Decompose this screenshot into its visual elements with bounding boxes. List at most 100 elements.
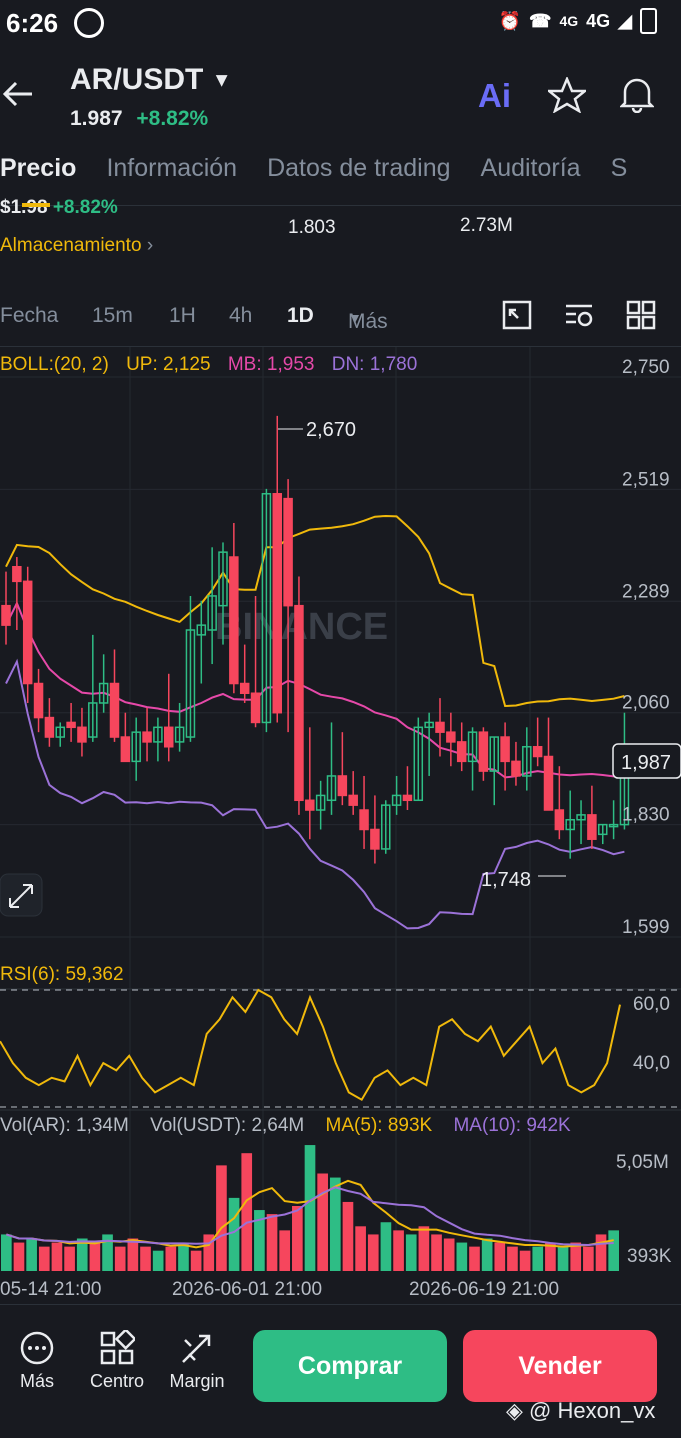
price-chart[interactable]: BINANCE 2,7502,5192,2892,0601,8301,599 2… bbox=[0, 347, 681, 1310]
candle-body bbox=[587, 814, 597, 840]
date-label-1: 05-14 21:00 bbox=[0, 1279, 102, 1300]
volume-bar bbox=[51, 1242, 63, 1271]
more-icon bbox=[20, 1331, 54, 1365]
volume-bar bbox=[64, 1246, 75, 1271]
tab-informacion[interactable]: Información bbox=[106, 154, 237, 210]
pair-name: AR/USDT bbox=[70, 63, 204, 96]
chart-settings-icon[interactable] bbox=[564, 300, 596, 330]
price-axis-label: 1,830 bbox=[622, 805, 670, 826]
stat-volume: 2.73M bbox=[460, 215, 513, 236]
candle-body bbox=[77, 726, 87, 743]
vol-ma5: MA(5): 893K bbox=[325, 1115, 433, 1136]
price-partial: $1.98 +8.82% bbox=[0, 197, 118, 213]
volume-bar bbox=[608, 1230, 619, 1271]
volume-bar bbox=[494, 1242, 506, 1271]
pair-title[interactable]: AR/USDT ▼ bbox=[70, 63, 231, 97]
volume-bar bbox=[481, 1238, 493, 1271]
volume-bar bbox=[26, 1238, 37, 1271]
volume-bar bbox=[443, 1238, 455, 1271]
margin-button[interactable]: Margin bbox=[162, 1330, 232, 1392]
volume-bar bbox=[380, 1222, 392, 1271]
tab-datos-trading[interactable]: Datos de trading bbox=[267, 154, 450, 210]
category-tag: Almacenamiento bbox=[0, 235, 142, 256]
bottom-action-bar: Más Centro Margin Comprar Vender ◈ @ Hex… bbox=[0, 1310, 681, 1438]
signal-label-2: 4G bbox=[586, 10, 611, 31]
volume-bar bbox=[140, 1246, 151, 1271]
credit-watermark: ◈ @ Hexon_vx bbox=[506, 1398, 655, 1424]
price-axis-label: 2,519 bbox=[622, 469, 670, 490]
rsi-axis-60: 60,0 bbox=[633, 994, 670, 1015]
volume-bar bbox=[342, 1201, 354, 1271]
margin-icon bbox=[182, 1334, 211, 1363]
candle-body bbox=[164, 726, 174, 748]
tf-1h[interactable]: 1H bbox=[169, 304, 196, 328]
signal-label-1: 4G bbox=[559, 13, 579, 29]
volume-bar bbox=[228, 1197, 240, 1271]
bell-icon[interactable] bbox=[620, 75, 654, 113]
tab-more[interactable]: S bbox=[611, 154, 628, 210]
more-button[interactable]: Más bbox=[2, 1330, 72, 1392]
volume-legend: Vol(AR): 1,34M Vol(USDT): 2,64M MA(5): 8… bbox=[0, 1115, 571, 1137]
candle-body bbox=[44, 716, 55, 738]
sell-button[interactable]: Vender bbox=[463, 1330, 657, 1402]
volume-bar bbox=[583, 1246, 594, 1271]
vol-ma10: MA(10): 942K bbox=[453, 1115, 571, 1136]
candle-body bbox=[500, 736, 510, 763]
tf-1d[interactable]: 1D bbox=[287, 304, 314, 328]
star-icon[interactable] bbox=[548, 77, 586, 113]
candle-body bbox=[283, 497, 293, 607]
tag-indicator bbox=[22, 203, 50, 207]
candle-body bbox=[22, 580, 33, 685]
volume-bar bbox=[405, 1234, 417, 1271]
candle-body bbox=[348, 794, 358, 806]
candle-body bbox=[1, 604, 11, 626]
price-axis: 2,750 2,519 2,289 2,060 1,830 1,599 bbox=[622, 357, 670, 938]
ai-icon[interactable]: Ai bbox=[478, 77, 511, 115]
candle-body bbox=[446, 731, 456, 743]
price-axis-label: 2,060 bbox=[622, 693, 670, 714]
price-axis-label: 2,289 bbox=[622, 581, 670, 602]
status-time: 6:26 bbox=[6, 8, 59, 38]
vol-usdt: Vol(USDT): 2,64M bbox=[150, 1115, 305, 1136]
candle-body bbox=[142, 731, 152, 743]
price-axis-label: 1,599 bbox=[622, 917, 670, 938]
tf-fecha[interactable]: Fecha bbox=[0, 304, 58, 328]
signal-icon: ◢ bbox=[618, 10, 632, 31]
volume-bar bbox=[241, 1153, 253, 1271]
candle-body bbox=[229, 556, 239, 685]
candle-body bbox=[305, 799, 315, 811]
buy-button[interactable]: Comprar bbox=[253, 1330, 447, 1402]
chevron-right-icon: › bbox=[146, 235, 154, 256]
margin-label: Margin bbox=[169, 1371, 225, 1391]
boll-legend: BOLL:(20, 2) UP: 2,125 MB: 1,953 DN: 1,7… bbox=[0, 354, 417, 376]
date-label-3: 2026-06-19 21:00 bbox=[409, 1279, 560, 1300]
volume-bar bbox=[469, 1246, 480, 1271]
date-label-2: 2026-06-01 21:00 bbox=[172, 1279, 323, 1300]
price-line: 1.987 +8.82% bbox=[70, 107, 208, 131]
candle-body bbox=[511, 760, 521, 777]
candle-body bbox=[109, 682, 120, 738]
whatsapp-icon bbox=[74, 8, 104, 38]
category-link[interactable]: Almacenamiento › bbox=[0, 235, 153, 257]
candle-body bbox=[370, 828, 380, 850]
tf-4h[interactable]: 4h bbox=[229, 304, 252, 328]
vol-axis-top: 5,05M bbox=[616, 1152, 669, 1173]
volume-bar bbox=[127, 1238, 139, 1271]
volume-bar bbox=[152, 1250, 164, 1271]
rsi-axis-40: 40,0 bbox=[633, 1053, 670, 1074]
candle-body bbox=[337, 775, 348, 797]
grid-layout-icon[interactable] bbox=[626, 300, 656, 330]
timeframe-bar: Fecha 15m 1H 4h 1D Más ▼ bbox=[0, 298, 681, 338]
tf-15m[interactable]: 15m bbox=[92, 304, 133, 328]
low-label: 1,748 bbox=[481, 869, 531, 891]
indicator-icon[interactable] bbox=[502, 300, 532, 330]
candle-body bbox=[12, 565, 22, 583]
volume-bars bbox=[1, 1145, 619, 1271]
volume-bar bbox=[165, 1246, 177, 1271]
tab-auditoria[interactable]: Auditoría bbox=[481, 154, 581, 210]
back-arrow-icon[interactable] bbox=[2, 80, 34, 108]
candle-body bbox=[456, 741, 467, 763]
center-button[interactable]: Centro bbox=[82, 1328, 152, 1392]
candle-body bbox=[120, 736, 131, 763]
candle-body bbox=[272, 493, 282, 714]
